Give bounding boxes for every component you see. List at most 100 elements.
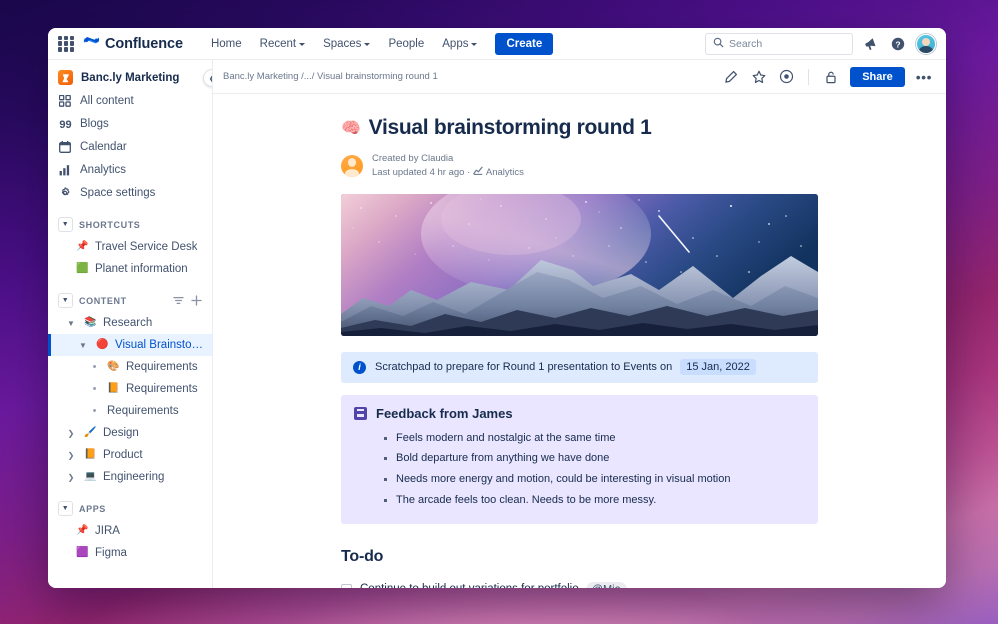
ellipsis-icon[interactable]: ••• (916, 70, 932, 84)
tree-item-requirements-2[interactable]: • 📙 Requirements (48, 378, 212, 400)
sidebar-item-all-content[interactable]: All content (48, 89, 212, 112)
nav-link-home[interactable]: Home (203, 33, 250, 55)
tree-item-label: Engineering (103, 471, 164, 483)
tree-item-visual-brainstorming[interactable]: ▼ 🔴 Visual Brainstorming rou... (48, 334, 212, 356)
global-navigation-bar: Confluence Home Recent Spaces People App… (48, 28, 946, 60)
chevron-down-icon[interactable]: ▼ (58, 217, 73, 232)
tree-item-design[interactable]: ❯ 🖌️ Design (48, 422, 212, 444)
chevron-right-icon[interactable]: ❯ (64, 451, 78, 460)
todo-list: Continue to build out variations for por… (341, 578, 818, 588)
created-by: Created by Claudia (372, 152, 524, 166)
laptop-icon: 💻 (84, 472, 97, 482)
shortcut-label: Planet information (95, 263, 188, 275)
mention-chip[interactable]: @Mia (586, 582, 627, 588)
filter-icon[interactable] (173, 295, 184, 306)
bullet-icon: • (88, 405, 101, 417)
tree-item-label: Requirements (126, 383, 198, 395)
todo-text: Continue to build out variations for por… (360, 583, 579, 588)
tree-item-requirements-3[interactable]: • Requirements (48, 400, 212, 422)
author-avatar[interactable] (341, 155, 363, 177)
confluence-brand[interactable]: Confluence (83, 33, 183, 54)
tree-item-research[interactable]: ▼ 📚 Research (48, 312, 212, 334)
sidebar-section-apps[interactable]: ▼ APPS (48, 497, 212, 520)
list-item: The arcade feels too clean. Needs to be … (384, 490, 805, 511)
figma-icon: 🟪 (76, 548, 89, 558)
sidebar-section-shortcuts[interactable]: ▼ SHORTCUTS (48, 213, 212, 236)
nav-link-spaces[interactable]: Spaces (315, 33, 378, 55)
star-icon[interactable] (750, 68, 767, 85)
sidebar-item-label: Blogs (80, 118, 109, 130)
notebook-icon: 📙 (84, 450, 97, 460)
tree-item-requirements-1[interactable]: • 🎨 Requirements (48, 356, 212, 378)
nav-link-label: Apps (442, 38, 468, 50)
plus-icon[interactable] (191, 295, 202, 306)
chevron-right-icon[interactable]: ❯ (64, 429, 78, 438)
sidebar-shortcut-planet-information[interactable]: 🟩 Planet information (48, 258, 212, 280)
sidebar-item-space-settings[interactable]: Space settings (48, 181, 212, 204)
page-byline: Created by Claudia Last updated 4 hr ago… (341, 152, 818, 180)
feedback-list: Feels modern and nostalgic at the same t… (384, 428, 805, 512)
chevron-down-icon[interactable]: ▼ (76, 341, 90, 350)
svg-text:?: ? (895, 39, 900, 49)
create-button[interactable]: Create (495, 33, 553, 55)
sidebar-space-header[interactable]: Banc.ly Marketing (48, 66, 212, 89)
chevron-right-icon[interactable]: ❯ (64, 473, 78, 482)
chevron-down-icon (471, 43, 477, 46)
user-avatar[interactable] (916, 34, 936, 54)
feedback-panel-header: Feedback from James (354, 406, 805, 421)
updated-line: Last updated 4 hr ago · (372, 166, 524, 180)
toolbar-divider (808, 69, 809, 85)
search-icon (713, 35, 724, 53)
page-toolbar: Banc.ly Marketing /.../ Visual brainstor… (213, 60, 946, 94)
tree-item-label: Product (103, 449, 143, 461)
sidebar-item-analytics[interactable]: Analytics (48, 158, 212, 181)
nav-link-people[interactable]: People (380, 33, 432, 55)
sidebar-section-content[interactable]: ▼ CONTENT (48, 289, 212, 312)
nav-link-label: Home (211, 38, 242, 50)
list-item: Bold departure from anything we have don… (384, 448, 805, 469)
grid-apps-icon[interactable] (58, 36, 74, 52)
feedback-panel-title: Feedback from James (376, 406, 513, 421)
pin-icon: 📌 (76, 242, 89, 252)
date-chip[interactable]: 15 Jan, 2022 (680, 359, 756, 375)
red-circle-icon: 🔴 (96, 340, 109, 350)
sidebar-item-calendar[interactable]: Calendar (48, 135, 212, 158)
bullet-icon: • (88, 383, 101, 395)
chevron-down-icon[interactable]: ▼ (58, 293, 73, 308)
sidebar-item-blogs[interactable]: 99 Blogs (48, 112, 212, 135)
tree-item-engineering[interactable]: ❯ 💻 Engineering (48, 466, 212, 488)
brand-name: Confluence (105, 36, 183, 52)
tree-item-product[interactable]: ❯ 📙 Product (48, 444, 212, 466)
tree-item-label: Visual Brainstorming rou... (115, 339, 204, 351)
chevron-down-icon[interactable]: ▼ (58, 501, 73, 516)
eye-icon[interactable] (778, 68, 795, 85)
page-title-text: Visual brainstorming round 1 (369, 116, 652, 140)
todo-item[interactable]: Continue to build out variations for por… (341, 578, 818, 588)
nav-link-label: Recent (260, 38, 296, 50)
megaphone-icon[interactable] (862, 35, 880, 53)
shortcut-label: Travel Service Desk (95, 241, 197, 253)
chevron-down-icon (299, 43, 305, 46)
list-item: Feels modern and nostalgic at the same t… (384, 428, 805, 449)
sidebar-shortcut-travel-service-desk[interactable]: 📌 Travel Service Desk (48, 236, 212, 258)
chevron-down-icon[interactable]: ▼ (64, 319, 78, 328)
analytics-link[interactable]: Analytics (473, 166, 524, 180)
nav-link-recent[interactable]: Recent (252, 33, 313, 55)
svg-text:99: 99 (59, 119, 71, 130)
search-input[interactable] (729, 38, 845, 50)
pencil-icon[interactable] (722, 68, 739, 85)
sidebar-app-jira[interactable]: 📌 JIRA (48, 520, 212, 542)
nav-link-apps[interactable]: Apps (434, 33, 485, 55)
question-circle-icon[interactable]: ? (889, 35, 907, 53)
primary-nav-links: Home Recent Spaces People Apps (203, 33, 486, 55)
share-button[interactable]: Share (850, 67, 905, 87)
page-scroll-region[interactable]: 🧠 Visual brainstorming round 1 Created b… (213, 94, 946, 588)
lock-icon[interactable] (822, 68, 839, 85)
todo-checkbox[interactable] (341, 584, 352, 588)
brain-emoji-icon: 🧠 (341, 118, 361, 138)
calendar-icon (58, 140, 72, 154)
search-box[interactable] (705, 33, 853, 55)
sidebar-app-figma[interactable]: 🟪 Figma (48, 542, 212, 564)
note-panel-icon (354, 407, 367, 420)
breadcrumb[interactable]: Banc.ly Marketing /.../ Visual brainstor… (223, 71, 438, 82)
